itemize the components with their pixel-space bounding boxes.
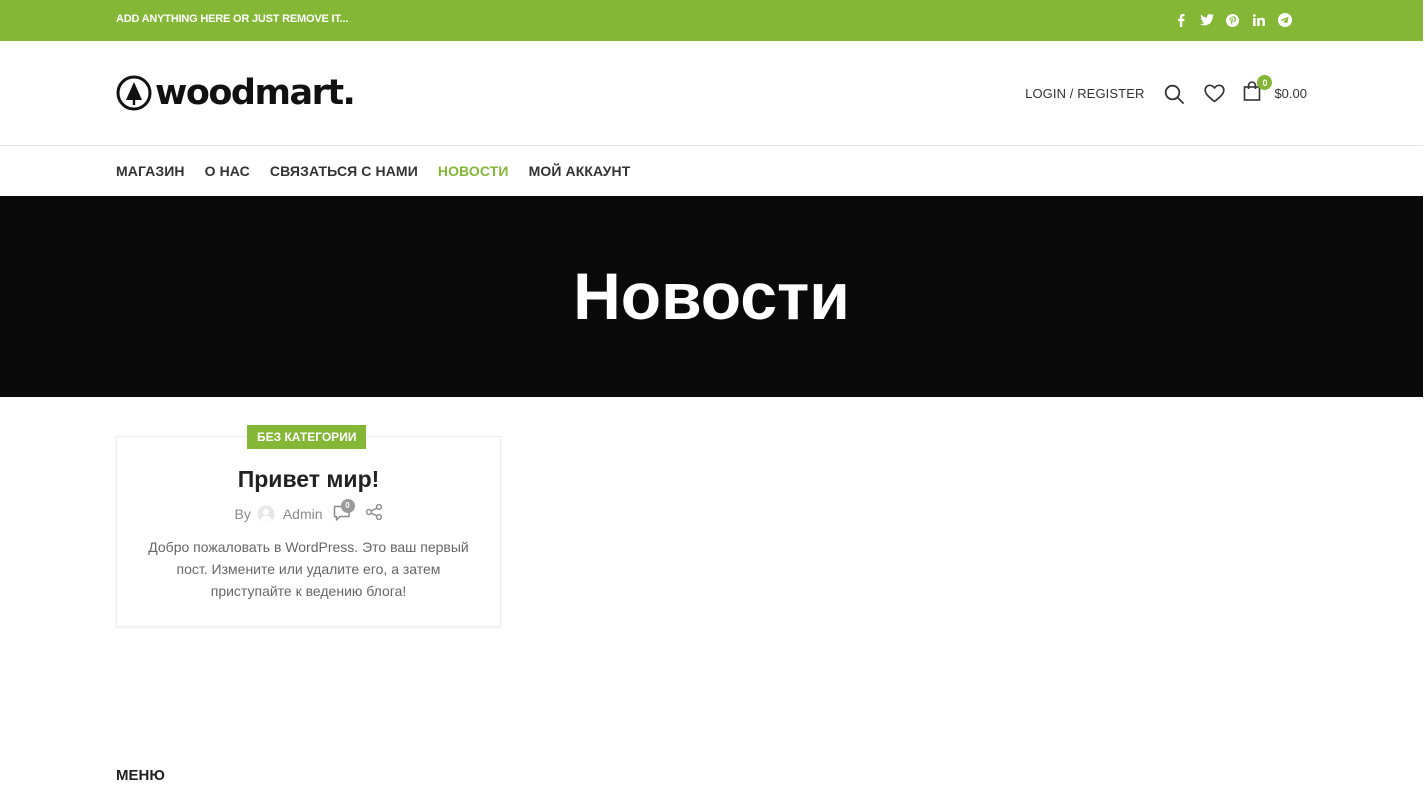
comments-link[interactable]: 0 [333, 498, 355, 524]
tree-logo-icon [116, 75, 152, 111]
nav-item-shop[interactable]: МАГАЗИН [116, 163, 185, 179]
footer-menu-title: МЕНЮ [116, 767, 165, 784]
nav-item-contact[interactable]: СВЯЗАТЬСЯ С НАМИ [270, 163, 418, 179]
twitter-icon[interactable] [1199, 11, 1214, 29]
social-links [1173, 11, 1292, 29]
by-label: By [234, 505, 251, 522]
post-title[interactable]: Привет мир! [117, 466, 500, 493]
post-meta: By Admin 0 [117, 498, 500, 524]
author-avatar-icon [257, 505, 275, 523]
blog-post-card: БЕЗ КАТЕГОРИИ Привет мир! By Admin 0 Доб… [116, 425, 501, 627]
site-logo[interactable]: woodmart. [116, 73, 356, 113]
page-title-banner: Новости [0, 196, 1423, 397]
cart-total: $0.00 [1274, 86, 1307, 101]
cart-button[interactable]: 0 $0.00 [1243, 75, 1307, 106]
linkedin-icon[interactable] [1251, 11, 1266, 29]
login-register-link[interactable]: LOGIN / REGISTER [1025, 86, 1144, 101]
comment-count-badge: 0 [340, 498, 355, 513]
nav-item-my-account[interactable]: МОЙ АККАУНТ [529, 163, 631, 179]
pinterest-icon[interactable] [1225, 11, 1240, 29]
topbar-text: ADD ANYTHING HERE OR JUST REMOVE IT... [116, 13, 349, 25]
nav-item-news[interactable]: НОВОСТИ [438, 163, 509, 179]
share-icon[interactable] [365, 503, 383, 524]
telegram-icon[interactable] [1277, 11, 1292, 29]
search-icon[interactable] [1163, 82, 1185, 106]
author-link[interactable]: Admin [283, 506, 323, 522]
top-bar: ADD ANYTHING HERE OR JUST REMOVE IT... [0, 0, 1423, 41]
category-badge[interactable]: БЕЗ КАТЕГОРИИ [247, 425, 367, 449]
cart-count-badge: 0 [1257, 75, 1273, 90]
wishlist-heart-icon[interactable] [1203, 82, 1225, 106]
nav-item-about[interactable]: О НАС [205, 163, 250, 179]
page-title: Новости [573, 259, 850, 333]
site-header: woodmart. LOGIN / REGISTER 0 $0.00 [0, 41, 1423, 146]
post-excerpt: Добро пожаловать в WordPress. Это ваш пе… [148, 539, 469, 599]
main-navigation: МАГАЗИН О НАС СВЯЗАТЬСЯ С НАМИ НОВОСТИ М… [116, 146, 630, 196]
header-tools: LOGIN / REGISTER 0 $0.00 [1025, 75, 1307, 106]
logo-text: woodmart. [155, 73, 356, 113]
facebook-icon[interactable] [1173, 11, 1188, 29]
